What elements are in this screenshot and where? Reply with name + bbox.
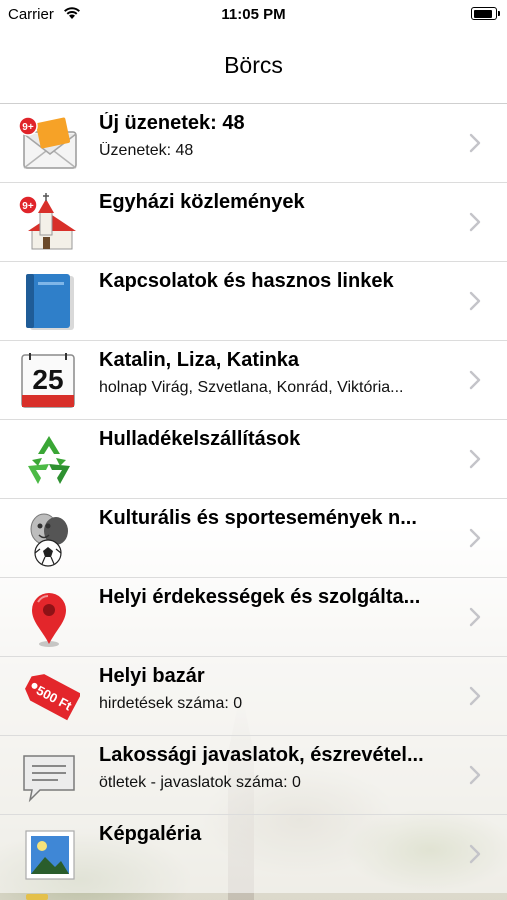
row-title: Új üzenetek: 48 bbox=[99, 112, 245, 134]
theater-masks-football-icon bbox=[18, 509, 80, 569]
map-pin-icon bbox=[18, 588, 80, 648]
row-title: Helyi bazár bbox=[99, 665, 205, 687]
row-title: Kapcsolatok és hasznos linkek bbox=[99, 270, 394, 292]
row-subtitle: hirdetések száma: 0 bbox=[99, 695, 243, 712]
photo-gallery-icon bbox=[18, 825, 80, 885]
chevron-right-icon bbox=[469, 765, 481, 785]
row-title: Katalin, Liza, Katinka bbox=[99, 349, 300, 371]
list-item-church-announcements[interactable]: 9+ Egyházi közlemények bbox=[0, 182, 507, 261]
row-title: Kulturális és sportesemények n... bbox=[99, 507, 417, 529]
calendar-icon: 25 bbox=[18, 351, 80, 411]
chevron-right-icon bbox=[469, 133, 481, 153]
list-item-name-days[interactable]: 25 Katalin, Liza, Katinka holnap Virág, … bbox=[0, 340, 507, 419]
badge-count: 9+ bbox=[22, 201, 34, 212]
calendar-day: 25 bbox=[32, 364, 63, 395]
chevron-right-icon bbox=[469, 528, 481, 548]
chevron-right-icon bbox=[469, 370, 481, 390]
list-item-local-attractions[interactable]: Helyi érdekességek és szolgálta... bbox=[0, 577, 507, 656]
chevron-right-icon bbox=[469, 212, 481, 232]
chevron-right-icon bbox=[469, 449, 481, 469]
chevron-right-icon bbox=[469, 607, 481, 627]
menu-list: 9+ Új üzenetek: 48 Üzenetek: 48 9+ Egyhá… bbox=[0, 103, 507, 893]
page-title: Börcs bbox=[224, 52, 283, 78]
status-bar: Carrier 11:05 PM bbox=[0, 0, 507, 28]
next-row-icon-peek bbox=[26, 894, 48, 900]
church-icon: 9+ bbox=[18, 193, 80, 253]
list-item-waste-collection[interactable]: Hulladékelszállítások bbox=[0, 419, 507, 498]
row-title: Egyházi közlemények bbox=[99, 191, 305, 213]
row-title: Lakossági javaslatok, észrevétel... bbox=[99, 744, 424, 766]
chevron-right-icon bbox=[469, 291, 481, 311]
row-title: Helyi érdekességek és szolgálta... bbox=[99, 586, 421, 608]
battery-icon bbox=[471, 7, 500, 20]
row-title: Képgaléria bbox=[99, 823, 202, 845]
chevron-right-icon bbox=[469, 686, 481, 706]
badge-count: 9+ bbox=[22, 122, 34, 133]
row-subtitle: Üzenetek: 48 bbox=[99, 142, 194, 159]
mail-envelope-icon: 9+ bbox=[18, 114, 80, 174]
list-item-resident-suggestions[interactable]: Lakossági javaslatok, észrevétel... ötle… bbox=[0, 735, 507, 814]
list-item-cultural-sport-events[interactable]: Kulturális és sportesemények n... bbox=[0, 498, 507, 577]
clock-time: 11:05 PM bbox=[221, 6, 286, 23]
row-title: Hulladékelszállítások bbox=[99, 428, 301, 450]
chevron-right-icon bbox=[469, 844, 481, 864]
row-subtitle: ötletek - javaslatok száma: 0 bbox=[99, 774, 301, 791]
list-item-photo-gallery[interactable]: Képgaléria bbox=[0, 814, 507, 893]
speech-bubble-icon bbox=[18, 746, 80, 806]
address-book-icon bbox=[18, 272, 80, 332]
list-item-contacts-links[interactable]: Kapcsolatok és hasznos linkek bbox=[0, 261, 507, 340]
row-subtitle: holnap Virág, Szvetlana, Konrád, Viktóri… bbox=[99, 379, 404, 396]
list-item-messages[interactable]: 9+ Új üzenetek: 48 Üzenetek: 48 bbox=[0, 103, 507, 182]
recycle-icon bbox=[18, 430, 80, 490]
list-item-local-bazaar[interactable]: 500 Ft Helyi bazár hirdetések száma: 0 bbox=[0, 656, 507, 735]
price-tag-icon: 500 Ft bbox=[18, 667, 82, 727]
